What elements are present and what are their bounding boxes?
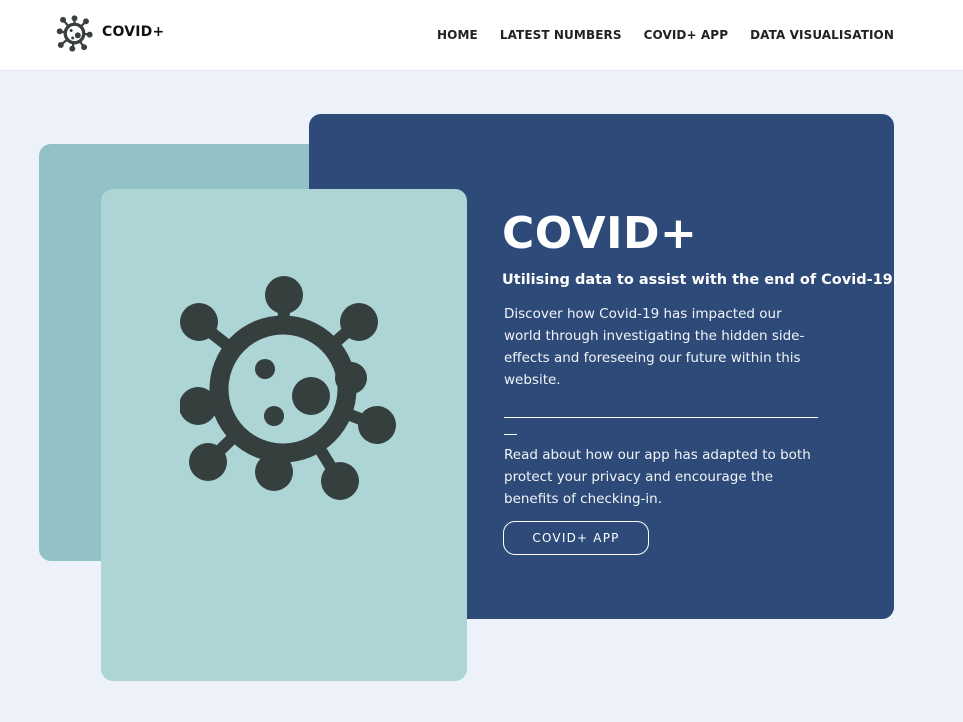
virus-icon bbox=[56, 14, 93, 52]
hero-title: COVID+ bbox=[502, 208, 698, 259]
site-header: COVID+ HOME LATEST NUMBERS COVID+ APP DA… bbox=[0, 0, 963, 70]
logo-text: COVID+ bbox=[102, 24, 165, 40]
logo-link[interactable]: COVID+ bbox=[56, 14, 164, 52]
divider-tail bbox=[504, 434, 517, 435]
nav-home[interactable]: HOME bbox=[437, 28, 478, 42]
illustration-card bbox=[101, 189, 467, 681]
virus-icon bbox=[180, 276, 396, 500]
hero-app-text: Read about how our app has adapted to bo… bbox=[504, 447, 811, 507]
covid-app-button[interactable]: COVID+ APP bbox=[503, 521, 649, 555]
divider bbox=[504, 417, 818, 418]
nav-data-visualisation[interactable]: DATA VISUALISATION bbox=[750, 28, 894, 42]
hero-subtitle: Utilising data to assist with the end of… bbox=[502, 272, 899, 288]
nav-covid-app[interactable]: COVID+ APP bbox=[644, 28, 729, 42]
nav-latest-numbers[interactable]: LATEST NUMBERS bbox=[500, 28, 622, 42]
hero-intro-text: Discover how Covid-19 has impacted our w… bbox=[504, 306, 805, 388]
hero-content: COVID+ Utilising data to assist with the… bbox=[502, 208, 899, 510]
main-nav: HOME LATEST NUMBERS COVID+ APP DATA VISU… bbox=[415, 28, 894, 42]
